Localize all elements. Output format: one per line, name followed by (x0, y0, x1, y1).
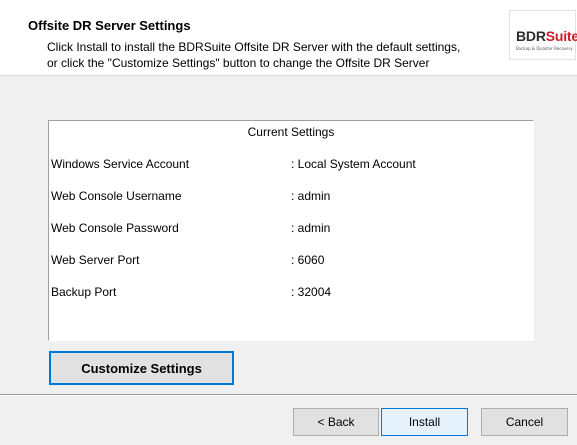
setting-value-web-server-port: : 6060 (291, 253, 325, 267)
install-button[interactable]: Install (381, 408, 468, 436)
setting-label-console-password: Web Console Password (51, 221, 179, 235)
setting-value-service-account: : Local System Account (291, 157, 416, 171)
setting-value-backup-port: : 32004 (291, 285, 332, 299)
setting-label-web-server-port: Web Server Port (51, 253, 140, 267)
description-line-2: or click the "Customize Settings" button… (47, 56, 430, 70)
setting-label-console-username: Web Console Username (51, 189, 182, 203)
cancel-button[interactable]: Cancel (481, 408, 568, 436)
bdrsuite-logo: BDRSuite Backup & Disaster Recovery (509, 10, 577, 60)
page-title: Offsite DR Server Settings (28, 18, 191, 33)
setting-label-backup-port: Backup Port (51, 285, 117, 299)
setting-value-console-password: : admin (291, 221, 331, 235)
wizard-header: Offsite DR Server Settings Click Install… (0, 0, 577, 76)
page-description: Click Install to install the BDRSuite Of… (47, 39, 502, 71)
current-settings-panel: Current Settings Windows Service Account… (48, 120, 534, 341)
current-settings-title: Current Settings (247, 125, 335, 139)
description-line-1: Click Install to install the BDRSuite Of… (47, 40, 461, 54)
setting-value-console-username: : admin (291, 189, 331, 203)
customize-settings-button[interactable]: Customize Settings (49, 351, 234, 385)
logo-wordmark: BDRSuite (516, 28, 577, 44)
setting-label-service-account: Windows Service Account (51, 157, 190, 171)
logo-tagline: Backup & Disaster Recovery (516, 46, 573, 51)
back-button[interactable]: < Back (293, 408, 379, 436)
footer-divider (0, 394, 577, 396)
